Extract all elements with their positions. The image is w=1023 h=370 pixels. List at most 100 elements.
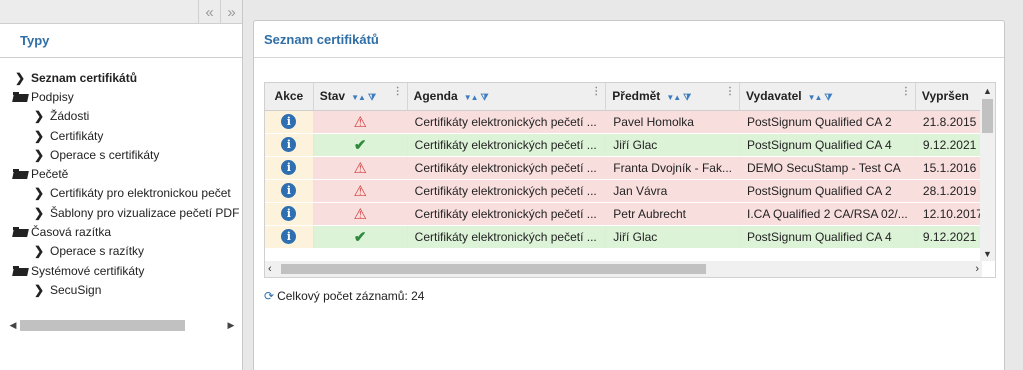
action-cell: i xyxy=(265,156,314,180)
left-panel-title: Typy xyxy=(20,33,50,48)
checkmark-icon: ✔ xyxy=(353,228,367,246)
scrollbar-thumb[interactable] xyxy=(20,320,185,331)
checkmark-icon: ✔ xyxy=(353,136,367,154)
expand-right-icon[interactable]: » xyxy=(220,0,242,24)
tree-item-label: Šablony pro vizualizace pečetí PDF xyxy=(50,205,240,220)
scroll-right-icon[interactable]: › xyxy=(975,263,979,275)
refresh-icon[interactable]: ⟳ xyxy=(264,289,274,303)
table-row[interactable]: i ✔ Certifikáty elektronických pečetí ... J… xyxy=(265,225,995,249)
scroll-left-icon[interactable]: ◀ xyxy=(6,320,20,331)
tree-item[interactable]: Časová razítka xyxy=(0,222,242,241)
table-row[interactable]: i ⚠ Certifikáty elektronických pečetí ... P… xyxy=(265,202,995,226)
table-row[interactable]: i ⚠ Certifikáty elektronických pečetí ... F… xyxy=(265,156,995,180)
info-icon[interactable]: i xyxy=(281,137,297,152)
column-header[interactable]: Stav ▼▲ ⧩ ⋮ xyxy=(313,83,408,111)
info-icon[interactable]: i xyxy=(281,114,297,129)
info-icon[interactable]: i xyxy=(281,206,297,221)
left-panel-toolbar: « » xyxy=(0,0,242,24)
column-header[interactable]: Vydavatel ▼▲ ⧩ ⋮ xyxy=(739,83,916,111)
warning-icon: ⚠ xyxy=(353,159,367,177)
issuer-cell: PostSignum Qualified CA 2 xyxy=(739,110,916,134)
collapse-left-icon[interactable]: « xyxy=(198,0,220,24)
column-header[interactable]: Předmět ▼▲ ⧩ ⋮ xyxy=(605,83,740,111)
agenda-cell: Certifikáty elektronických pečetí ... xyxy=(407,133,607,157)
table-row[interactable]: i ✔ Certifikáty elektronických pečetí ... J… xyxy=(265,133,995,157)
tree-item[interactable]: ❯ Certifikáty xyxy=(0,126,242,145)
chevron-right-icon: ❯ xyxy=(33,147,45,162)
column-header[interactable]: Agenda ▼▲ ⧩ ⋮ xyxy=(407,83,607,111)
grid-header-row: Akce Stav ▼▲ ⧩ ⋮ Agenda ▼▲ ⧩ ⋮ Předmět ▼▲ ⧩ ⋮ Vydavat… xyxy=(265,83,995,111)
left-horizontal-scrollbar[interactable]: ◀ ▶ xyxy=(6,318,238,333)
scroll-down-icon[interactable]: ▼ xyxy=(980,249,995,259)
chevron-right-icon: ❯ xyxy=(33,244,45,259)
grid-horizontal-scrollbar[interactable]: ‹ › xyxy=(265,261,982,277)
scroll-left-icon[interactable]: ‹ xyxy=(268,263,272,275)
filter-icon[interactable]: ⧩ xyxy=(683,92,691,102)
column-menu-icon[interactable]: ⋮ xyxy=(393,87,403,97)
tree-item[interactable]: ❯ Operace s razítky xyxy=(0,242,242,261)
status-cell: ✔ xyxy=(313,133,408,157)
folder-open-icon xyxy=(12,265,28,276)
panel-header: Seznam certifikátů xyxy=(254,21,1004,58)
agenda-cell: Certifikáty elektronických pečetí ... xyxy=(407,202,607,226)
subject-cell: Petr Aubrecht xyxy=(605,202,740,226)
record-count: Celkový počet záznamů: 24 xyxy=(277,289,425,303)
sort-icon[interactable]: ▼▲ xyxy=(808,93,823,102)
filter-icon[interactable]: ⧩ xyxy=(368,92,376,102)
chevron-right-icon: ❯ xyxy=(33,186,45,201)
tree-item[interactable]: Pečetě xyxy=(0,164,242,183)
subject-cell: Jiří Glac xyxy=(605,133,740,157)
info-icon[interactable]: i xyxy=(281,183,297,198)
scroll-right-icon[interactable]: ▶ xyxy=(224,320,238,331)
filter-icon[interactable]: ⧩ xyxy=(481,92,489,102)
column-header[interactable]: Akce xyxy=(265,83,314,111)
scrollbar-thumb[interactable] xyxy=(982,99,993,133)
warning-icon: ⚠ xyxy=(353,182,367,200)
chevron-right-icon: ❯ xyxy=(33,128,45,143)
tree-item-label: Certifikáty xyxy=(50,128,104,143)
tree-item[interactable]: ❯ Žádosti xyxy=(0,107,242,126)
table-row[interactable]: i ⚠ Certifikáty elektronických pečetí ... J… xyxy=(265,179,995,203)
info-icon[interactable]: i xyxy=(281,229,297,244)
tree-item[interactable]: ❯ Certifikáty pro elektronickou pečet xyxy=(0,184,242,203)
tree-item-label: Certifikáty pro elektronickou pečet xyxy=(50,186,231,201)
tree-item-label: Operace s razítky xyxy=(50,244,145,259)
sort-icon[interactable]: ▼▲ xyxy=(464,93,479,102)
grid-vertical-scrollbar[interactable]: ▲ ▼ xyxy=(980,83,995,261)
action-cell: i xyxy=(265,133,314,157)
sort-icon[interactable]: ▼▲ xyxy=(666,93,681,102)
status-cell: ✔ xyxy=(313,225,408,249)
column-header-label: Stav xyxy=(319,89,346,104)
filter-icon[interactable]: ⧩ xyxy=(824,92,832,102)
issuer-cell: DEMO SecuStamp - Test CA xyxy=(739,156,916,180)
column-menu-icon[interactable]: ⋮ xyxy=(901,87,911,97)
agenda-cell: Certifikáty elektronických pečetí ... xyxy=(407,156,607,180)
action-cell: i xyxy=(265,225,314,249)
agenda-cell: Certifikáty elektronických pečetí ... xyxy=(407,110,607,134)
panel-title: Seznam certifikátů xyxy=(264,32,379,47)
issuer-cell: I.CA Qualified 2 CA/RSA 02/... xyxy=(739,202,916,226)
scroll-up-icon[interactable]: ▲ xyxy=(980,86,995,96)
agenda-cell: Certifikáty elektronických pečetí ... xyxy=(407,179,607,203)
column-menu-icon[interactable]: ⋮ xyxy=(591,87,601,97)
status-cell: ⚠ xyxy=(313,110,408,134)
agenda-cell: Certifikáty elektronických pečetí ... xyxy=(407,225,607,249)
sort-icon[interactable]: ▼▲ xyxy=(351,93,366,102)
tree-item[interactable]: ❯ Operace s certifikáty xyxy=(0,145,242,164)
chevron-right-icon: ❯ xyxy=(14,70,26,85)
column-header-label: Agenda xyxy=(413,89,458,104)
column-header-label: Vydavatel xyxy=(745,89,802,104)
table-row[interactable]: i ⚠ Certifikáty elektronických pečetí ... P… xyxy=(265,110,995,134)
warning-icon: ⚠ xyxy=(353,205,367,223)
tree-item[interactable]: Podpisy xyxy=(0,87,242,106)
tree-item[interactable]: ❯ Seznam certifikátů xyxy=(0,68,242,87)
column-menu-icon[interactable]: ⋮ xyxy=(725,87,735,97)
tree-item[interactable]: ❯ Šablony pro vizualizace pečetí PDF xyxy=(0,203,242,222)
tree-item-label: Operace s certifikáty xyxy=(50,147,160,162)
tree-item[interactable]: Systémové certifikáty xyxy=(0,261,242,280)
tree-item-label: SecuSign xyxy=(50,282,102,297)
tree-item-label: Seznam certifikátů xyxy=(31,70,138,85)
scrollbar-thumb[interactable] xyxy=(281,264,706,274)
tree-item[interactable]: ❯ SecuSign xyxy=(0,280,242,299)
info-icon[interactable]: i xyxy=(281,160,297,175)
